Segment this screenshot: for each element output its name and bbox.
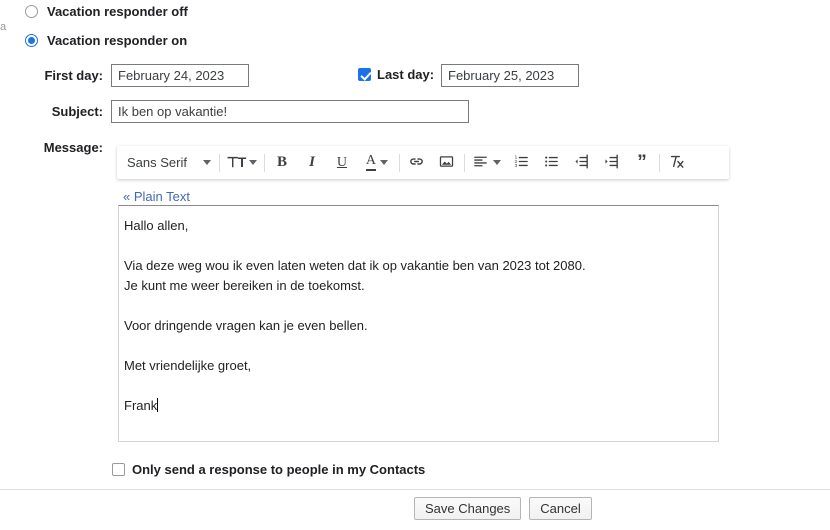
subject-input[interactable] (111, 100, 469, 123)
image-icon (438, 153, 455, 173)
italic-button[interactable]: I (297, 146, 327, 179)
quote-icon: ” (637, 151, 647, 173)
quote-button[interactable]: ” (627, 146, 657, 179)
message-line-with-caret: Frank (124, 396, 710, 416)
svg-text:3: 3 (515, 163, 518, 169)
align-left-icon (472, 153, 489, 173)
bold-icon: B (276, 154, 287, 170)
text-color-button[interactable]: A (357, 146, 397, 179)
remove-formatting-button[interactable] (662, 146, 692, 179)
insert-image-button[interactable] (432, 146, 462, 179)
text-color-icon: A (365, 153, 377, 171)
radio-off-label: Vacation responder off (47, 4, 188, 19)
numbered-list-button[interactable]: 1 2 3 (507, 146, 537, 179)
chevron-down-icon (380, 160, 389, 165)
toolbar-divider (398, 153, 400, 172)
bulleted-list-icon (543, 153, 560, 173)
align-button[interactable] (467, 146, 507, 179)
footer-actions: Save Changes Cancel (414, 497, 592, 520)
toolbar-divider (658, 153, 660, 172)
message-line-text: Frank (124, 398, 158, 413)
indent-decrease-icon (573, 153, 590, 173)
bulleted-list-button[interactable] (537, 146, 567, 179)
font-size-button[interactable]: ⊤T (222, 146, 262, 179)
save-changes-button[interactable]: Save Changes (414, 497, 522, 520)
plain-text-link[interactable]: « Plain Text (123, 189, 190, 204)
font-family-value: Sans Serif (127, 155, 187, 170)
underline-icon: U (336, 154, 348, 170)
radio-off-indicator[interactable] (25, 5, 38, 18)
underline-button[interactable]: U (327, 146, 357, 179)
last-day-group: Last day: (358, 67, 434, 82)
chevron-down-icon (202, 160, 211, 165)
indent-increase-icon (603, 153, 620, 173)
clipped-left-glyph: a (0, 21, 7, 33)
indent-more-button[interactable] (597, 146, 627, 179)
message-line (124, 236, 710, 256)
toolbar-divider (218, 153, 220, 172)
message-line (124, 376, 710, 396)
contacts-only-row[interactable]: Only send a response to people in my Con… (112, 462, 425, 477)
chevron-down-icon (249, 160, 258, 165)
format-size-icon: ⊤T (226, 154, 247, 170)
radio-on-label: Vacation responder on (47, 33, 188, 48)
message-line: Hallo allen, (124, 218, 189, 233)
font-family-selector[interactable]: Sans Serif (117, 146, 217, 179)
message-line: Met vriendelijke groet, (124, 358, 252, 373)
message-line: Voor dringende vragen kan je even bellen… (124, 318, 368, 333)
insert-link-button[interactable] (402, 146, 432, 179)
first-day-label: First day: (44, 68, 103, 83)
numbered-list-icon: 1 2 3 (513, 153, 530, 173)
radio-on-indicator[interactable] (25, 34, 38, 47)
radio-vacation-responder-off[interactable]: Vacation responder off (25, 4, 188, 19)
contacts-only-checkbox[interactable] (112, 463, 125, 476)
last-day-label: Last day: (377, 67, 435, 82)
message-line: Je kunt me weer bereiken in de toekomst. (124, 278, 365, 293)
last-day-checkbox[interactable] (358, 68, 371, 81)
link-icon (408, 153, 425, 173)
chevron-down-icon (493, 160, 502, 165)
contacts-only-label: Only send a response to people in my Con… (132, 462, 426, 477)
message-body-editor[interactable]: Hallo allen, Via deze weg wou ik even la… (118, 205, 719, 442)
message-line (124, 336, 710, 356)
toolbar-divider (463, 153, 465, 172)
message-line (124, 296, 710, 316)
toolbar-divider (263, 153, 265, 172)
message-line: Via deze weg wou ik even laten weten dat… (124, 258, 586, 273)
radio-vacation-responder-on[interactable]: Vacation responder on (25, 33, 187, 48)
editor-toolbar: Sans Serif ⊤T B I U A 1 2 3 ” (117, 146, 729, 179)
indent-less-button[interactable] (567, 146, 597, 179)
bold-button[interactable]: B (267, 146, 297, 179)
subject-label: Subject: (51, 104, 103, 119)
italic-icon: I (309, 154, 315, 170)
footer-divider (0, 489, 830, 490)
text-cursor (157, 398, 159, 412)
message-label: Message: (43, 140, 103, 155)
remove-formatting-icon (668, 153, 685, 173)
first-day-input[interactable] (111, 64, 249, 87)
cancel-button[interactable]: Cancel (529, 497, 592, 520)
last-day-input[interactable] (441, 64, 579, 87)
